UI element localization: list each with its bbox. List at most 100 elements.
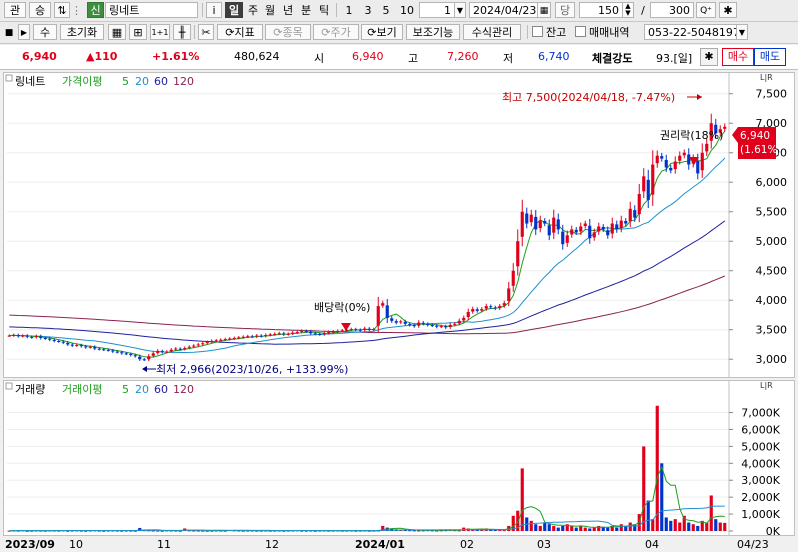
candle-body	[273, 333, 277, 335]
candle-body	[151, 353, 155, 356]
sort-stepper-icon[interactable]: ⇅	[54, 2, 70, 18]
volume-bar	[655, 405, 659, 531]
interval-3-button[interactable]: 3	[362, 2, 374, 18]
volume-bar	[718, 522, 722, 531]
settings-gear-icon[interactable]: ✱	[719, 2, 737, 18]
volume-chart[interactable]: 7,000K 6,000K 5,000K 4,000K 3,000K 2,000K 1,00…	[4, 381, 794, 535]
period-minute-tab[interactable]: 분	[298, 2, 314, 18]
x-label: 10	[69, 538, 83, 551]
candle-body	[318, 333, 322, 335]
interval-1-button[interactable]: 1	[343, 2, 355, 18]
candle-body	[673, 161, 677, 170]
candle-body	[66, 342, 70, 345]
candle-body	[498, 306, 502, 309]
candle-body	[700, 152, 704, 171]
candle-body	[34, 336, 38, 338]
candle-body	[241, 336, 245, 338]
buy-button[interactable]: 매수	[722, 48, 754, 66]
checkbox-box[interactable]	[575, 26, 586, 37]
chevron-down-icon[interactable]: ▼	[454, 2, 466, 18]
price-chart[interactable]: 7,5007,0006,5006,0005,5005,0004,5004,000…	[4, 73, 794, 377]
info-button[interactable]: i	[206, 2, 222, 18]
grid-icon[interactable]: ▦	[108, 24, 126, 40]
layout-icon[interactable]: ⊞	[129, 24, 147, 40]
phone-field[interactable]: 053-22-5048197	[644, 24, 737, 40]
legend-toggle-icon[interactable]	[5, 382, 13, 390]
calendar-icon[interactable]: ▦	[537, 2, 551, 18]
volume-bar	[691, 524, 695, 531]
high-annotation: 최고 7,500(2024/04/18, -7.47%)	[502, 91, 675, 104]
aux-function-button[interactable]: 보조기능	[406, 24, 460, 40]
price-chart-panel[interactable]: 7,5007,0006,5006,0005,5005,0004,5004,000…	[3, 72, 795, 378]
candle-body	[597, 226, 601, 232]
period-day-tab[interactable]: 일	[225, 2, 243, 18]
chevron-down-icon[interactable]: ▼	[736, 24, 748, 40]
total-count-input[interactable]: 300	[650, 2, 694, 18]
stock-name-input[interactable]: 링네트	[105, 2, 198, 18]
one-plus-one-button[interactable]: 1+1	[150, 24, 170, 40]
seung-button[interactable]: 승	[29, 2, 51, 18]
legend-vma5: 5	[122, 383, 129, 396]
candle-type-icon[interactable]: ╫	[173, 24, 191, 40]
volume-bar	[588, 528, 592, 531]
interval-5-button[interactable]: 5	[380, 2, 392, 18]
indicator-button[interactable]: ⟳지표	[217, 24, 263, 40]
period-tick-tab[interactable]: 틱	[316, 2, 332, 18]
legend-toggle-icon[interactable]	[5, 74, 13, 82]
current-price-tag-pct: (1.61%)	[740, 144, 782, 156]
period-week-tab[interactable]: 주	[245, 2, 261, 18]
scissors-icon[interactable]: ✂	[198, 24, 214, 40]
price-button[interactable]: ⟳주가	[313, 24, 359, 40]
trade-history-checkbox[interactable]: 매매내역	[574, 24, 644, 40]
candle-body	[187, 346, 191, 348]
stock-compare-button[interactable]: ⟳종목	[265, 24, 311, 40]
candle-body	[385, 305, 389, 318]
square-icon[interactable]: ■	[3, 24, 15, 40]
period-year-tab[interactable]: 년	[280, 2, 296, 18]
candle-body	[61, 341, 65, 343]
trade-history-label: 매매내역	[589, 26, 630, 39]
formula-manage-button[interactable]: 수식관리	[463, 24, 521, 40]
candle-body	[160, 351, 164, 353]
count-input[interactable]: 150	[579, 2, 623, 18]
balance-checkbox[interactable]: 잔고	[531, 24, 571, 40]
candle-body	[696, 160, 700, 174]
panel-corner-control[interactable]: L|R	[760, 381, 773, 390]
candle-body	[7, 335, 11, 337]
y-tick-label: 7,500	[756, 88, 788, 101]
zoom-in-icon[interactable]: Q⁺	[696, 2, 716, 18]
play-arrow-icon[interactable]: ▶	[18, 24, 30, 40]
gwan-button[interactable]: 관	[4, 2, 26, 18]
volume-bar	[547, 524, 551, 531]
view-button[interactable]: ⟳보기	[361, 24, 403, 40]
candle-body	[628, 208, 632, 222]
candle-body	[403, 321, 407, 324]
volume-bar	[592, 527, 596, 531]
sell-button[interactable]: 매도	[754, 48, 786, 66]
panel-corner-control[interactable]: L|R	[760, 73, 773, 82]
candle-body	[88, 346, 92, 348]
volume-bar	[642, 446, 646, 531]
volume-bar	[534, 524, 538, 531]
candle-body	[529, 214, 533, 223]
su-button[interactable]: 수	[33, 24, 57, 40]
candle-body	[300, 330, 304, 332]
interval-10-button[interactable]: 10	[398, 2, 416, 18]
candle-body	[682, 152, 686, 156]
gear-icon[interactable]: ✱	[700, 48, 718, 66]
checkbox-box[interactable]	[532, 26, 543, 37]
x-label: 02	[460, 538, 474, 551]
candle-body	[453, 323, 457, 325]
high-value: 7,260	[447, 50, 479, 63]
today-button[interactable]: 당	[555, 2, 575, 18]
volume-chart-panel[interactable]: 7,000K 6,000K 5,000K 4,000K 3,000K 2,000K 1,00…	[3, 380, 795, 536]
period-month-tab[interactable]: 월	[262, 2, 278, 18]
candle-body	[390, 318, 394, 321]
interval-unit-input[interactable]: 1	[419, 2, 455, 18]
candle-body	[147, 356, 151, 360]
volume-bar	[651, 519, 655, 531]
reset-button[interactable]: 초기화	[60, 24, 104, 40]
count-stepper-icon[interactable]: ▲ ▼	[622, 2, 634, 18]
candle-body	[651, 164, 655, 195]
candle-body	[169, 349, 173, 352]
